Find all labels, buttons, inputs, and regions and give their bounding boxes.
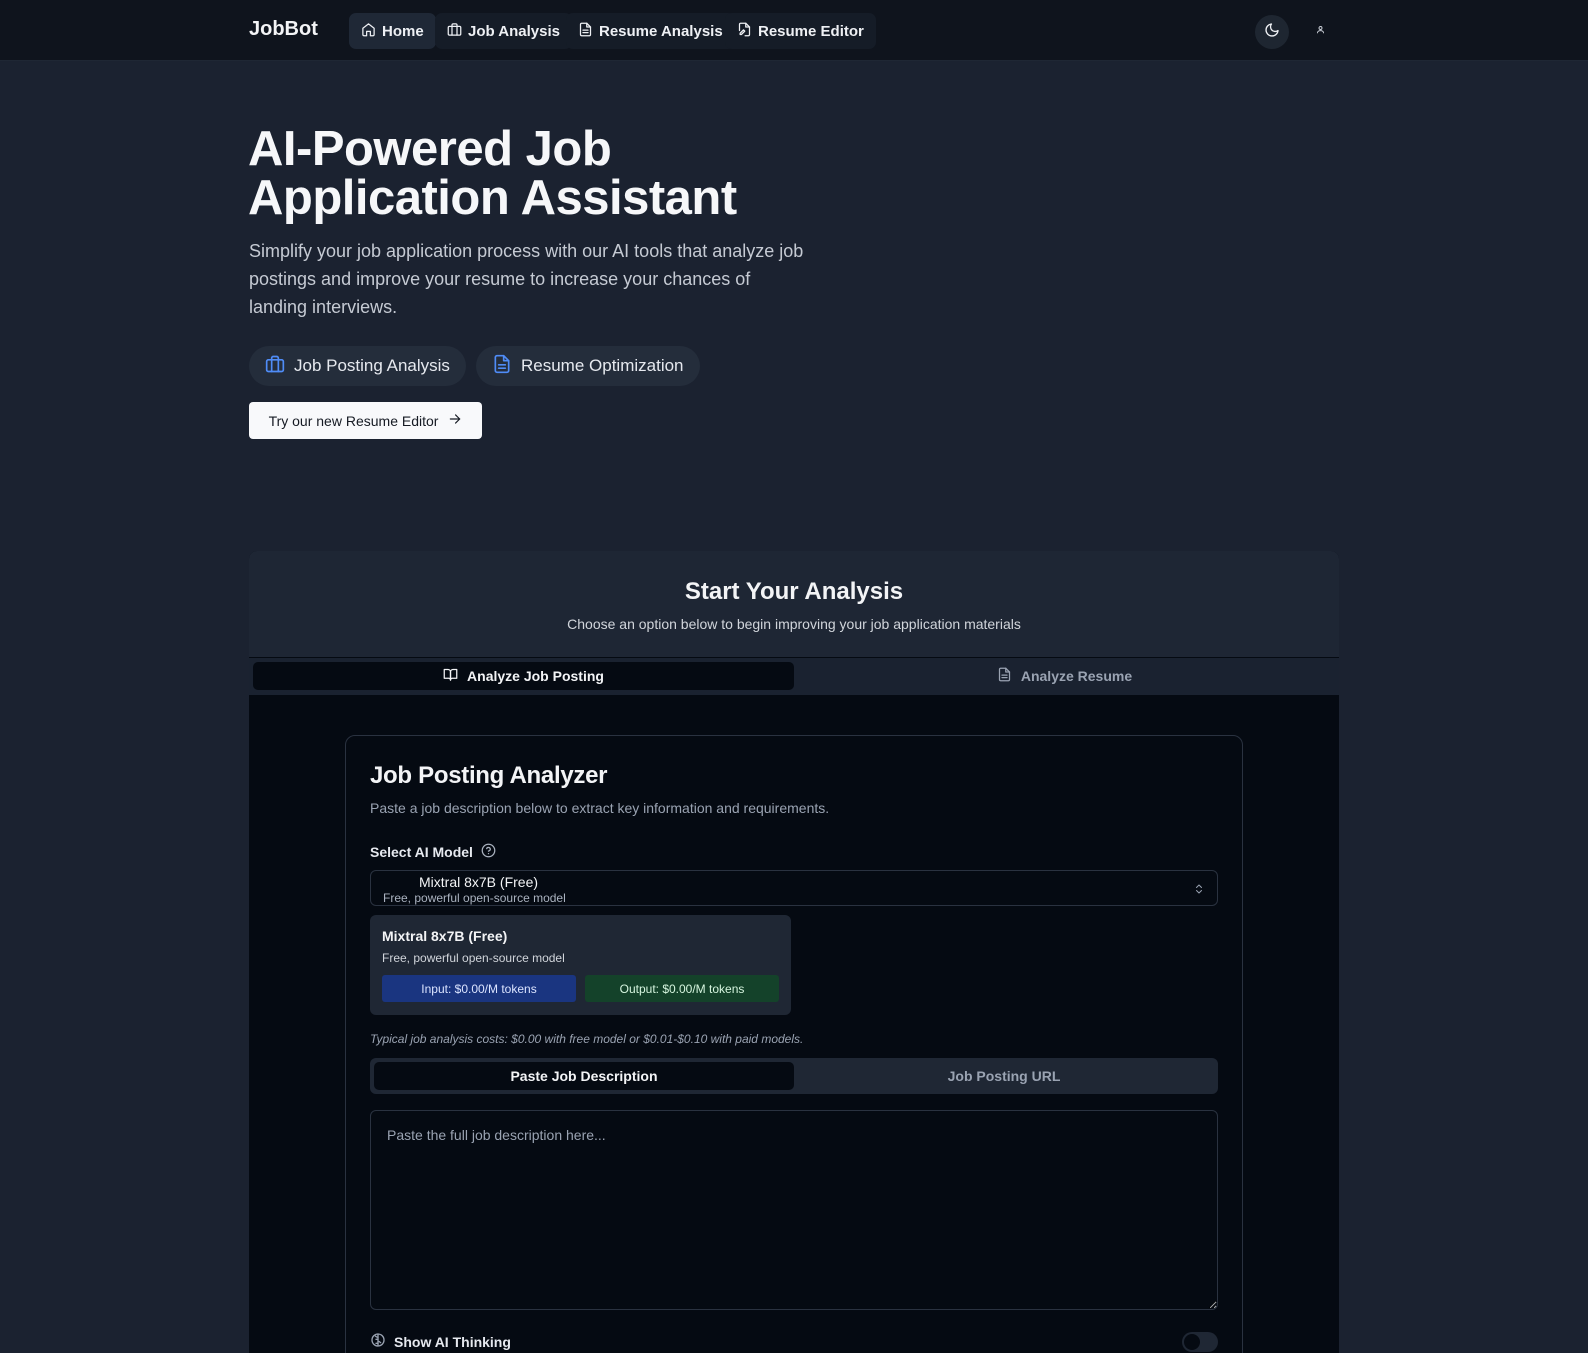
model-info-name: Mixtral 8x7B (Free) <box>382 928 508 944</box>
feature-pill-label: Job Posting Analysis <box>294 356 450 375</box>
selected-model-name: Mixtral 8x7B (Free) <box>419 874 539 890</box>
nav-job-analysis[interactable]: Job Analysis <box>435 13 572 49</box>
selected-model-description: Free, powerful open-source model <box>383 891 566 905</box>
tab-paste-job-description[interactable]: Paste Job Description <box>374 1062 794 1090</box>
analyzer-subtitle: Paste a job description below to extract… <box>370 800 830 816</box>
model-select[interactable]: Mixtral 8x7B (Free) Free, powerful open-… <box>370 870 1218 906</box>
input-mode-tabs: Paste Job Description Job Posting URL <box>370 1058 1218 1094</box>
analysis-header: Start Your Analysis Choose an option bel… <box>249 551 1339 657</box>
resume-editor-cta-button[interactable]: Try our new Resume Editor <box>249 402 482 439</box>
job-posting-analyzer-card: Job Posting Analyzer Paste a job descrip… <box>345 735 1243 1353</box>
tab-job-posting-url[interactable]: Job Posting URL <box>794 1062 1214 1090</box>
model-info-description: Free, powerful open-source model <box>382 951 565 965</box>
hero-subtitle: Simplify your job application process wi… <box>249 241 804 317</box>
theme-toggle-button[interactable] <box>1255 15 1289 49</box>
tab-label: Analyze Job Posting <box>467 668 604 684</box>
analysis-panel: Start Your Analysis Choose an option bel… <box>249 551 1339 1353</box>
brain-icon <box>370 1332 386 1351</box>
output-price-badge: Output: $0.00/M tokens <box>585 975 779 1002</box>
nav-resume-editor[interactable]: Resume Editor <box>725 13 876 49</box>
user-menu-button[interactable] <box>1312 22 1328 38</box>
file-text-icon <box>492 354 512 379</box>
book-open-icon <box>443 667 458 685</box>
job-description-textarea[interactable] <box>370 1110 1218 1310</box>
analyzer-title: Job Posting Analyzer <box>370 762 608 789</box>
show-thinking-toggle[interactable] <box>1182 1332 1218 1352</box>
feature-pill-label: Resume Optimization <box>521 356 684 375</box>
chevrons-up-down-icon <box>1193 882 1205 896</box>
nav-resume-editor-label: Resume Editor <box>758 22 864 40</box>
tab-analyze-job-posting[interactable]: Analyze Job Posting <box>253 662 794 690</box>
home-icon <box>361 22 376 41</box>
tab-analyze-resume[interactable]: Analyze Resume <box>794 662 1335 690</box>
moon-icon <box>1264 22 1280 43</box>
show-thinking-label: Show AI Thinking <box>394 1333 511 1350</box>
nav-resume-analysis[interactable]: Resume Analysis <box>566 13 735 49</box>
tab-label: Analyze Resume <box>1020 668 1133 684</box>
model-label-text: Select AI Model <box>370 844 473 860</box>
briefcase-icon <box>447 22 462 41</box>
analysis-subtitle: Choose an option below to begin improvin… <box>567 616 1021 632</box>
analysis-tabs: Analyze Job Posting Analyze Resume <box>249 658 1339 695</box>
toggle-knob <box>1184 1334 1200 1350</box>
file-text-icon <box>578 22 593 41</box>
model-label: Select AI Model <box>370 843 496 861</box>
briefcase-icon <box>265 354 285 379</box>
show-thinking-row: Show AI Thinking <box>370 1332 511 1351</box>
nav-resume-analysis-label: Resume Analysis <box>599 22 723 40</box>
nav-home[interactable]: Home <box>349 13 436 49</box>
help-circle-icon[interactable] <box>481 843 496 861</box>
hero-title: AI-Powered Job Application Assistant <box>248 122 737 225</box>
user-icon <box>1316 21 1325 39</box>
input-price-badge: Input: $0.00/M tokens <box>382 975 576 1002</box>
top-navbar: JobBot Home Job Analysis Resume Analysis… <box>0 0 1588 61</box>
nav-job-analysis-label: Job Analysis <box>468 22 560 40</box>
analysis-title: Start Your Analysis <box>684 578 904 605</box>
model-info-box: Mixtral 8x7B (Free) Free, powerful open-… <box>370 915 791 1015</box>
feature-pill-resume: Resume Optimization <box>476 346 700 386</box>
file-edit-icon <box>737 22 752 41</box>
brand-logo[interactable]: JobBot <box>249 18 318 41</box>
nav-home-label: Home <box>382 22 424 40</box>
file-text-icon <box>997 667 1012 685</box>
arrow-right-icon <box>448 412 462 429</box>
feature-pill-job-posting: Job Posting Analysis <box>249 346 466 386</box>
cta-label: Try our new Resume Editor <box>268 412 439 429</box>
cost-note: Typical job analysis costs: $0.00 with f… <box>370 1032 804 1046</box>
